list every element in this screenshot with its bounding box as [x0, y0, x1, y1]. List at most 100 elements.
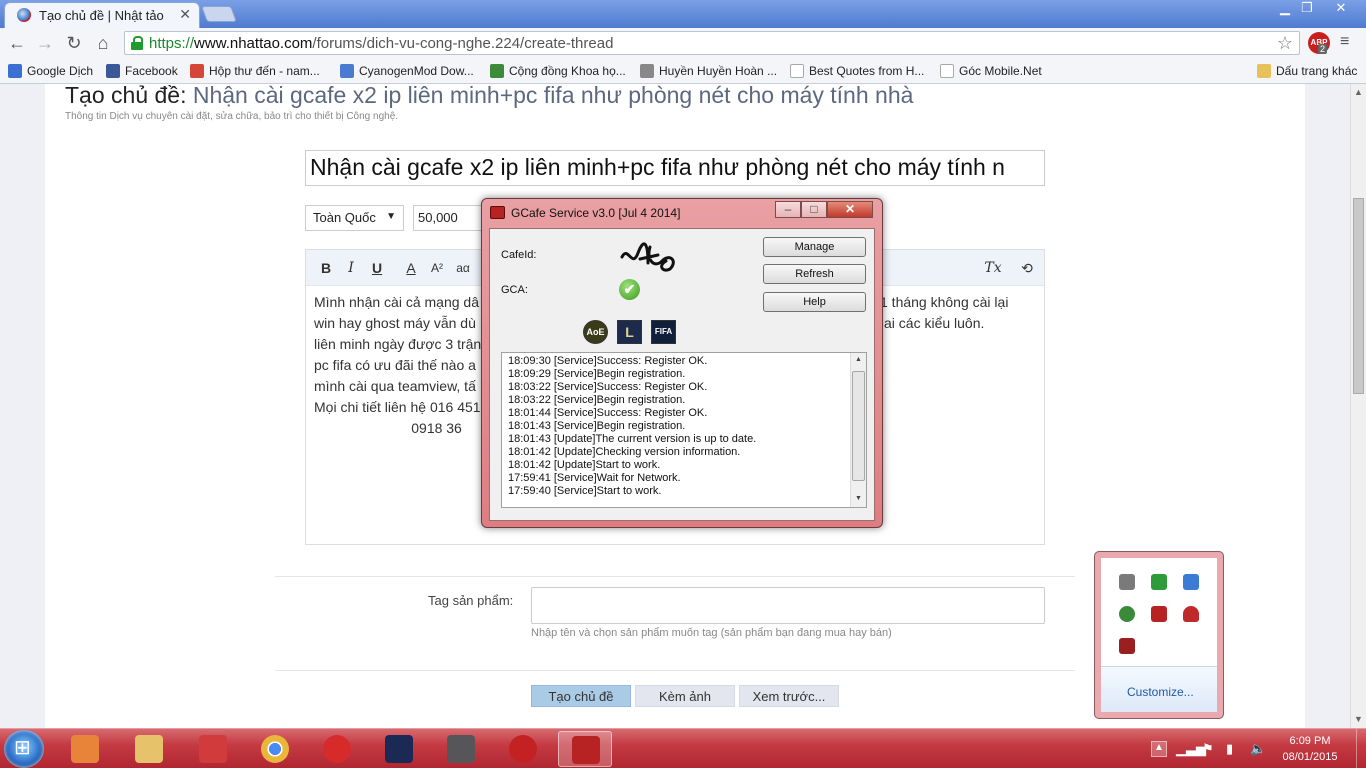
taskbar-chrome[interactable] — [248, 731, 302, 767]
browser-toolbar: ← → ↻ ⌂ https://www.nhattao.com/forums/d… — [0, 28, 1366, 58]
scroll-down-icon[interactable]: ▼ — [855, 495, 862, 502]
scrollbar-thumb[interactable] — [1353, 198, 1364, 394]
scroll-down-icon[interactable]: ▼ — [1354, 714, 1363, 724]
text-color-button[interactable]: A — [400, 258, 422, 278]
page-title: Tạo chủ đề: Nhận cài gcafe x2 ip liên mi… — [65, 84, 914, 108]
help-button[interactable]: Help — [763, 292, 866, 312]
editor-body-right: 1 tháng không cài lại ai các kiểu luôn. — [880, 294, 1009, 331]
taskbar-app-3[interactable] — [310, 731, 364, 767]
bookmark-huyen[interactable]: Huyền Huyền Hoàn ... — [640, 62, 777, 80]
preview-button[interactable]: Xem trước... — [739, 685, 839, 707]
usb-icon[interactable] — [1119, 574, 1135, 590]
restore-draft-button[interactable]: ⟲ — [1016, 258, 1038, 278]
gmail-icon — [190, 64, 204, 78]
folder-icon — [1257, 64, 1271, 78]
log-scrollbar-thumb[interactable] — [852, 371, 865, 481]
dropdown-arrow-icon: ▼ — [386, 211, 396, 222]
network-icon[interactable] — [1119, 606, 1135, 622]
attach-image-button[interactable]: Kèm ảnh — [635, 685, 735, 707]
tab-close-icon[interactable]: ✕ — [179, 6, 191, 23]
underline-button[interactable]: U — [366, 258, 388, 278]
battery-icon[interactable]: ▮ — [1226, 741, 1233, 757]
log-line: 18:01:42 [Update]Checking version inform… — [508, 446, 741, 458]
service-log[interactable]: 18:09:30 [Service]Success: Register OK. … — [501, 352, 867, 508]
ie-icon[interactable] — [1183, 574, 1199, 590]
facebook-icon — [106, 64, 120, 78]
bookmark-cong-dong[interactable]: Cộng đồng Khoa họ... — [490, 62, 626, 80]
bookmark-goc-mobile[interactable]: Góc Mobile.Net — [940, 62, 1042, 80]
user-icon[interactable] — [1183, 606, 1199, 622]
window-close-button[interactable]: ✕ — [1326, 1, 1356, 17]
gcafe-close-button[interactable]: ✕ — [827, 201, 873, 218]
gca-status-check-icon: ✔ — [619, 279, 640, 300]
gcafe-app-icon — [490, 206, 505, 219]
font-size-button[interactable]: A² — [426, 258, 448, 278]
clock-date: 08/01/2015 — [1282, 751, 1338, 763]
taskbar-unikey[interactable] — [186, 731, 240, 767]
bookmark-best-quotes[interactable]: Best Quotes from H... — [790, 62, 924, 80]
warrior-icon — [447, 735, 475, 763]
system-clock[interactable]: 6:09 PM 08/01/2015 — [1278, 733, 1342, 765]
thread-title-input[interactable]: Nhận cài gcafe x2 ip liên minh+pc fifa n… — [305, 150, 1045, 186]
notification-area-flyout: Customize... — [1094, 551, 1224, 719]
show-hidden-icons-button[interactable]: ▲ — [1151, 741, 1167, 757]
show-desktop-button[interactable] — [1356, 729, 1366, 768]
gcafe-maximize-button[interactable]: □ — [801, 201, 827, 218]
new-tab-button[interactable] — [201, 6, 237, 22]
manage-button[interactable]: Manage — [763, 237, 866, 257]
game-aoe-icon[interactable]: AoE — [583, 320, 608, 344]
create-thread-button[interactable]: Tạo chủ đề — [531, 685, 631, 707]
lock-icon — [131, 36, 143, 50]
taskbar-warrior[interactable] — [434, 731, 488, 767]
page-icon — [940, 64, 954, 78]
unikey-icon — [199, 735, 227, 763]
flag-icon[interactable]: ⚑ — [1202, 741, 1214, 757]
chrome-menu-icon[interactable]: ≡ — [1340, 34, 1356, 50]
log-line: 18:01:44 [Service]Success: Register OK. — [508, 407, 708, 419]
tag-product-input[interactable] — [531, 587, 1045, 624]
address-bar[interactable]: https://www.nhattao.com/forums/dich-vu-c… — [124, 31, 1300, 55]
app-icon[interactable] — [1119, 638, 1135, 654]
taskbar-media-player[interactable] — [58, 731, 112, 767]
bold-button[interactable]: B — [315, 258, 337, 278]
bookmark-google-dich[interactable]: Google Dịch — [8, 62, 93, 80]
clear-formatting-button[interactable]: Tx — [982, 258, 1004, 278]
refresh-button[interactable]: Refresh — [763, 264, 866, 284]
region-select[interactable]: Toàn Quốc ▼ — [305, 205, 404, 231]
taskbar-file-explorer[interactable] — [122, 731, 176, 767]
page-scrollbar[interactable]: ▲ ▼ — [1350, 84, 1366, 728]
sync-icon[interactable] — [1151, 574, 1167, 590]
gcafe-minimize-button[interactable]: – — [775, 201, 801, 218]
log-line: 18:01:43 [Update]The current version is … — [508, 433, 757, 445]
game-league-icon[interactable]: L — [617, 320, 642, 344]
reload-icon[interactable]: ↻ — [63, 32, 85, 54]
taskbar-league-of-legends[interactable] — [372, 731, 426, 767]
log-line: 17:59:41 [Service]Wait for Network. — [508, 472, 681, 484]
gcafe-icon[interactable] — [1151, 606, 1167, 622]
customize-link[interactable]: Customize... — [1127, 685, 1194, 699]
flyout-footer: Customize... — [1101, 666, 1217, 712]
home-icon[interactable]: ⌂ — [92, 32, 114, 54]
back-arrow-icon[interactable]: ← — [6, 32, 28, 54]
taskbar-red-user[interactable] — [496, 731, 550, 767]
bookmark-facebook[interactable]: Facebook — [106, 62, 178, 80]
bookmark-gmail[interactable]: Hộp thư đến - nam... — [190, 62, 320, 80]
log-scrollbar[interactable]: ▲ ▼ — [850, 353, 866, 507]
volume-icon[interactable]: 🔈 — [1250, 741, 1266, 757]
italic-button[interactable]: I — [340, 258, 362, 278]
font-family-button[interactable]: aα — [452, 258, 474, 278]
browser-tab[interactable]: Tạo chủ đề | Nhật tảo ✕ — [4, 2, 200, 28]
tag-hint: Nhập tên và chọn sản phẩm muốn tag (sản … — [531, 627, 892, 639]
tag-label: Tag sản phẩm: — [428, 593, 514, 608]
bookmark-cyanogenmod[interactable]: CyanogenMod Dow... — [340, 62, 474, 80]
bookmark-star-icon[interactable]: ☆ — [1277, 33, 1293, 54]
forward-arrow-icon[interactable]: → — [34, 32, 56, 54]
start-button[interactable] — [4, 730, 44, 768]
game-fifa-icon[interactable]: FIFA — [651, 320, 676, 344]
other-bookmarks[interactable]: Dấu trang khác — [1257, 62, 1357, 80]
taskbar-gcafe[interactable] — [558, 731, 612, 767]
scroll-up-icon[interactable]: ▲ — [1354, 87, 1363, 97]
scroll-up-icon[interactable]: ▲ — [855, 356, 862, 363]
window-restore-button[interactable]: ❐ — [1292, 1, 1322, 17]
hidden-tray-icons — [1101, 558, 1217, 666]
